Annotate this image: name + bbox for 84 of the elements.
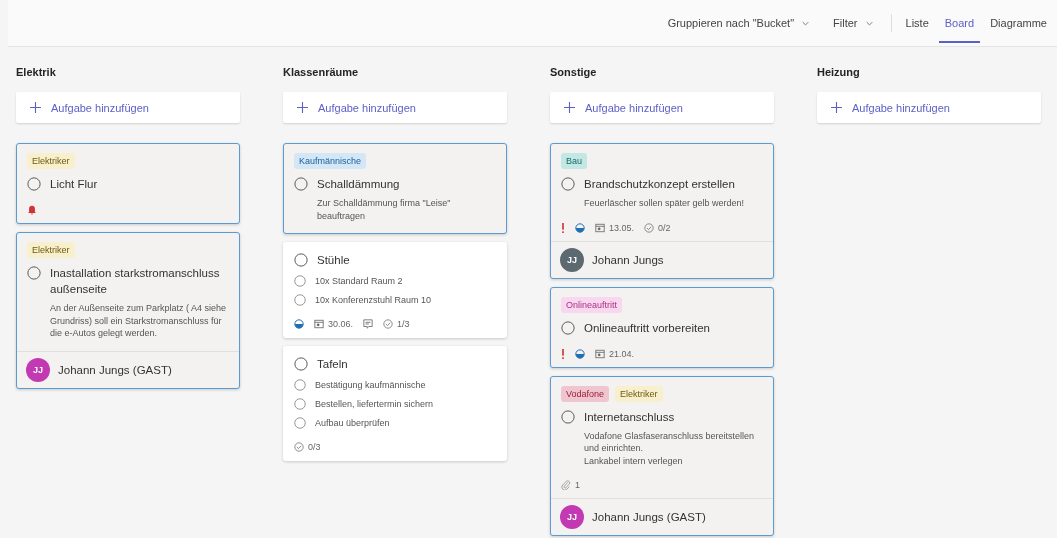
filter-dropdown[interactable]: Filter: [823, 17, 883, 29]
checklist-circle-icon[interactable]: [294, 275, 306, 287]
avatar: JJ: [560, 247, 584, 272]
bucket-title: Heizung: [817, 66, 861, 78]
task-description: Feuerläscher sollen später gelb werden!: [584, 197, 746, 210]
avatar: JJ: [26, 357, 50, 382]
complete-circle-icon[interactable]: [561, 320, 575, 335]
task-title: Tafeln: [317, 357, 348, 372]
task-label: Bau: [561, 153, 587, 169]
task-card[interactable]: Elektriker Licht Flur: [16, 143, 240, 224]
task-card[interactable]: Vodafone Elektriker Internetanschluss Vodafone Glasfaseranschluss bereitstellen und einrichten. Lankabel intern verlegen 1 JJ Johann Jungs (GAST): [550, 375, 774, 536]
task-card[interactable]: Bau Brandschutzkonzept erstellen Feuerläscher sollen später gelb werden! 13.05. 0/2 JJ Johann Jungs: [550, 143, 774, 279]
checklist-count: 0/3: [308, 442, 321, 452]
task-title: Onlineauftritt vorbereiten: [584, 320, 710, 336]
checklist-item: 10x Standard Raum 2: [315, 275, 403, 286]
calendar-icon: [595, 348, 605, 359]
task-title: Inastallation starkstromanschluss außenseite: [50, 266, 221, 297]
checklist-item: Bestellen, liefertermin sichern: [315, 398, 434, 409]
paperclip-icon: [561, 480, 571, 490]
due-date: 13.05.: [609, 222, 635, 233]
calendar-icon: [314, 319, 324, 329]
checklist-count: 0/2: [658, 222, 671, 233]
task-card[interactable]: Onlineauftritt Onlineauftritt vorbereiten 21.04.: [550, 286, 774, 368]
plus-icon: [831, 102, 842, 113]
task-description: An der Außenseite zum Parkplatz ( A4 siehe Grundriss) soll ein Starkstromanschluss für die e-Autos gelegt werden.: [50, 302, 228, 340]
checklist-item: Aufbau überprüfen: [315, 417, 390, 428]
checklist-count: 1/3: [397, 319, 410, 329]
view-tab[interactable]: Board: [938, 3, 981, 43]
bucket-title: Sonstige: [550, 66, 598, 78]
add-task-button[interactable]: Aufgabe hinzufügen: [817, 92, 1041, 123]
calendar-icon: [595, 222, 605, 233]
add-task-button[interactable]: Aufgabe hinzufügen: [16, 92, 240, 123]
task-label: Onlineauftritt: [561, 296, 623, 313]
chevron-down-icon: [865, 20, 873, 26]
task-card[interactable]: Kaufmännische Schalldämmung Zur Schalldämmung firma "Leise" beauftragen: [283, 143, 507, 234]
check-circle-icon: [383, 319, 394, 329]
plus-icon: [297, 102, 308, 113]
task-title: Schalldämmung: [317, 177, 400, 192]
bucket-title: Klassenräume: [283, 66, 360, 78]
plus-icon: [564, 102, 575, 113]
task-card[interactable]: Elektriker Inastallation starkstromanschluss außenseite An der Außenseite zum Parkplatz ( A4 siehe Grundriss) soll ein Starkstromanschluss für die e-Autos gelegt werden. JJ Johann Jungs (GAST): [16, 232, 240, 389]
task-label: Elektriker: [615, 385, 663, 402]
checklist-circle-icon[interactable]: [294, 379, 306, 391]
complete-circle-icon[interactable]: [294, 253, 308, 267]
due-date: 21.04.: [609, 348, 635, 359]
task-title: Internetanschluss: [584, 409, 675, 425]
view-tab[interactable]: Diagramme: [984, 3, 1053, 43]
attachment-count: 1: [575, 480, 580, 490]
task-title: Licht Flur: [50, 177, 98, 192]
task-label: Kaufmännische: [294, 153, 367, 169]
assignee-name: Johann Jungs: [592, 253, 664, 266]
task-title: Brandschutzkonzept erstellen: [584, 177, 735, 192]
task-label: Elektriker: [27, 153, 75, 169]
checklist-circle-icon[interactable]: [294, 398, 306, 410]
bucket-title: Elektrik: [16, 66, 57, 78]
add-task-button[interactable]: Aufgabe hinzufügen: [550, 92, 774, 123]
complete-circle-icon[interactable]: [561, 409, 575, 424]
complete-circle-icon[interactable]: [27, 177, 41, 191]
checklist-circle-icon[interactable]: [294, 417, 306, 429]
checklist-circle-icon[interactable]: [294, 294, 306, 306]
chevron-down-icon: [802, 20, 810, 26]
task-label: Elektriker: [27, 242, 75, 258]
check-circle-icon: [644, 222, 655, 233]
plus-icon: [30, 102, 41, 113]
task-title: Stühle: [317, 253, 350, 268]
due-date: 30.06.: [328, 319, 354, 329]
task-description: Vodafone Glasfaseranschluss bereitstellen und einrichten. Lankabel intern verlegen: [584, 429, 756, 467]
task-label: Vodafone: [561, 385, 610, 402]
task-card[interactable]: Tafeln Bestätigung kaufmännische Bestellen, liefertermin sichern Aufbau überprüfen 0/3: [283, 346, 507, 461]
task-description: Zur Schalldämmung firma "Leise" beauftragen: [317, 197, 452, 222]
assignee-name: Johann Jungs (GAST): [58, 363, 172, 376]
avatar: JJ: [560, 505, 584, 529]
task-card[interactable]: Stühle 10x Standard Raum 2 10x Konferenzstuhl Raum 10 30.06. 1/3: [283, 242, 507, 338]
complete-circle-icon[interactable]: [294, 177, 308, 191]
checklist-item: 10x Konferenzstuhl Raum 10: [315, 294, 432, 305]
assignee-name: Johann Jungs (GAST): [592, 511, 706, 523]
checklist-item: Bestätigung kaufmännische: [315, 379, 426, 390]
check-circle-icon: [294, 442, 304, 452]
add-task-button[interactable]: Aufgabe hinzufügen: [283, 92, 507, 123]
complete-circle-icon[interactable]: [27, 266, 41, 280]
complete-circle-icon[interactable]: [294, 357, 308, 371]
view-tab[interactable]: Liste: [899, 3, 935, 43]
complete-circle-icon[interactable]: [561, 177, 575, 191]
group-by-dropdown[interactable]: Gruppieren nach "Bucket": [657, 17, 820, 29]
